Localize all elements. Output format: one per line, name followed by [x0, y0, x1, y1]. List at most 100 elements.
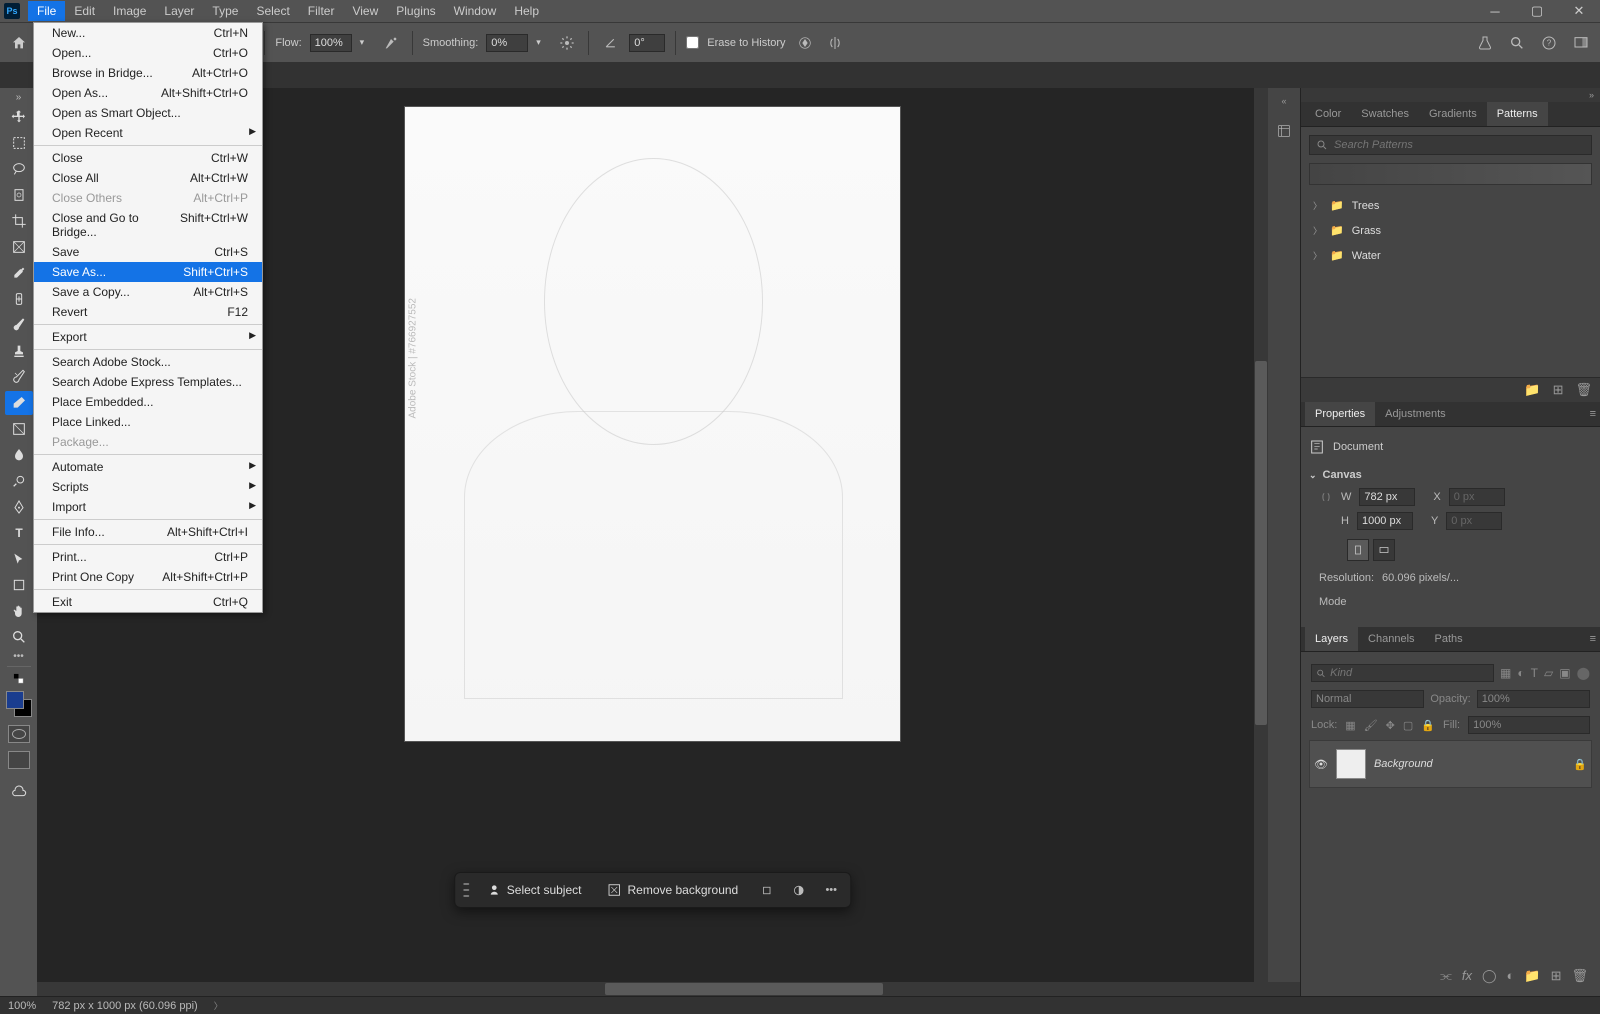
lock-position-icon[interactable]: ✥	[1386, 719, 1395, 732]
pattern-folder-grass[interactable]: 〉📁Grass	[1309, 218, 1592, 243]
menu-view[interactable]: View	[343, 1, 387, 21]
brush-tool[interactable]	[5, 313, 33, 337]
layer-lock-icon[interactable]: 🔒	[1573, 758, 1587, 771]
height-input[interactable]	[1357, 512, 1413, 530]
filter-pixel-icon[interactable]: ▦	[1500, 666, 1511, 680]
fill-input[interactable]	[1468, 716, 1590, 734]
airbrush-icon[interactable]	[380, 32, 402, 54]
angle-input[interactable]	[629, 34, 665, 52]
help-icon[interactable]: ?	[1538, 32, 1560, 54]
smoothing-input[interactable]	[486, 34, 528, 52]
patterns-search-input[interactable]	[1334, 139, 1585, 151]
flow-caret[interactable]: ▾	[360, 37, 372, 48]
tab-swatches[interactable]: Swatches	[1351, 102, 1419, 126]
scrollbar-thumb-h[interactable]	[605, 983, 883, 995]
menu-help[interactable]: Help	[505, 1, 548, 21]
kind-filter-input[interactable]	[1330, 667, 1489, 679]
width-input[interactable]	[1359, 488, 1415, 506]
dodge-tool[interactable]	[5, 469, 33, 493]
flow-input[interactable]	[310, 34, 352, 52]
path-selection-tool[interactable]	[5, 547, 33, 571]
tablet-pressure-icon[interactable]	[794, 32, 816, 54]
menu-item-place-embedded[interactable]: Place Embedded...	[34, 392, 262, 412]
blend-mode-select[interactable]	[1311, 690, 1424, 708]
grip-handle[interactable]	[463, 881, 469, 899]
menu-plugins[interactable]: Plugins	[387, 1, 444, 21]
layer-row-background[interactable]: 👁 Background 🔒	[1309, 740, 1592, 788]
select-subject-button[interactable]: Select subject	[479, 879, 590, 901]
tab-adjustments[interactable]: Adjustments	[1375, 402, 1456, 426]
visibility-icon[interactable]: 👁	[1314, 758, 1328, 771]
shape-tool[interactable]	[5, 573, 33, 597]
filter-toggle-icon[interactable]: ⬤	[1577, 666, 1590, 680]
close-button[interactable]: ✕	[1558, 0, 1600, 22]
menu-item-import[interactable]: Import▶	[34, 497, 262, 517]
menu-filter[interactable]: Filter	[299, 1, 344, 21]
scrollbar-thumb[interactable]	[1255, 361, 1267, 725]
menu-item-revert[interactable]: RevertF12	[34, 302, 262, 322]
filter-adjustment-icon[interactable]: ◐	[1517, 666, 1524, 680]
creative-cloud-icon[interactable]	[5, 779, 33, 803]
horizontal-scrollbar[interactable]	[37, 982, 1300, 996]
menu-item-open-as[interactable]: Open As...Alt+Shift+Ctrl+O	[34, 83, 262, 103]
tab-paths[interactable]: Paths	[1425, 627, 1473, 651]
toolbar-expand-icon[interactable]: »	[16, 92, 22, 103]
filter-type-icon[interactable]: T	[1531, 666, 1538, 680]
eyedropper-tool[interactable]	[5, 261, 33, 285]
tab-channels[interactable]: Channels	[1358, 627, 1424, 651]
history-panel-icon[interactable]	[1273, 120, 1295, 142]
folder-icon[interactable]: 📁	[1524, 382, 1540, 398]
menu-item-save-as[interactable]: Save As...Shift+Ctrl+S	[34, 262, 262, 282]
menu-item-file-info[interactable]: File Info...Alt+Shift+Ctrl+I	[34, 522, 262, 542]
menu-item-close-and-go-to-bridge[interactable]: Close and Go to Bridge...Shift+Ctrl+W	[34, 208, 262, 242]
lock-artboard-icon[interactable]: ▢	[1403, 719, 1413, 732]
hand-tool[interactable]	[5, 599, 33, 623]
stamp-tool[interactable]	[5, 339, 33, 363]
portrait-orientation-button[interactable]	[1347, 539, 1369, 561]
tab-properties[interactable]: Properties	[1305, 402, 1375, 426]
new-layer-icon[interactable]: ⊞	[1551, 968, 1562, 984]
frame-tool[interactable]	[5, 235, 33, 259]
group-icon[interactable]: 📁	[1524, 968, 1540, 984]
filter-shape-icon[interactable]: ▱	[1544, 666, 1553, 680]
history-brush-tool[interactable]	[5, 365, 33, 389]
new-pattern-icon[interactable]: ⊞	[1553, 382, 1564, 398]
pattern-folder-trees[interactable]: 〉📁Trees	[1309, 193, 1592, 218]
minimize-button[interactable]: ─	[1474, 0, 1516, 22]
link-layers-icon[interactable]: ⫘	[1440, 968, 1452, 984]
beaker-icon[interactable]	[1474, 32, 1496, 54]
color-swatches[interactable]	[6, 691, 32, 717]
filter-smart-icon[interactable]: ▣	[1559, 666, 1570, 680]
more-icon[interactable]: •••	[820, 879, 842, 901]
document-info[interactable]: 782 px x 1000 px (60.096 ppi)	[52, 1000, 198, 1012]
quick-mask-icon[interactable]	[8, 725, 30, 743]
tab-gradients[interactable]: Gradients	[1419, 102, 1487, 126]
layer-filter[interactable]	[1311, 664, 1494, 682]
menu-image[interactable]: Image	[104, 1, 155, 21]
lock-all-icon[interactable]: 🔒	[1421, 719, 1435, 732]
maximize-button[interactable]: ▢	[1516, 0, 1558, 22]
patterns-search[interactable]	[1309, 135, 1592, 155]
menu-item-new[interactable]: New...Ctrl+N	[34, 23, 262, 43]
lasso-tool[interactable]	[5, 157, 33, 181]
status-caret[interactable]: 〉	[214, 999, 223, 1012]
layer-opacity-input[interactable]	[1477, 690, 1590, 708]
menu-item-export[interactable]: Export▶	[34, 327, 262, 347]
panel-menu-icon[interactable]: ≡	[1590, 408, 1596, 420]
menu-item-save-a-copy[interactable]: Save a Copy...Alt+Ctrl+S	[34, 282, 262, 302]
layer-thumbnail[interactable]	[1336, 749, 1366, 779]
menu-type[interactable]: Type	[203, 1, 247, 21]
type-tool[interactable]: T	[5, 521, 33, 545]
tab-color[interactable]: Color	[1305, 102, 1351, 126]
erase-history-checkbox[interactable]	[686, 36, 699, 49]
menu-item-exit[interactable]: ExitCtrl+Q	[34, 592, 262, 612]
layer-style-icon[interactable]: fx	[1462, 968, 1472, 984]
smoothing-settings-icon[interactable]	[556, 32, 578, 54]
zoom-level[interactable]: 100%	[8, 1000, 36, 1012]
menu-item-close[interactable]: CloseCtrl+W	[34, 148, 262, 168]
vertical-scrollbar[interactable]	[1254, 88, 1268, 998]
document-canvas[interactable]: Adobe Stock | #766927552	[404, 106, 901, 742]
remove-background-button[interactable]: Remove background	[599, 879, 746, 901]
crop-tool[interactable]	[5, 209, 33, 233]
smoothing-caret[interactable]: ▾	[536, 37, 548, 48]
